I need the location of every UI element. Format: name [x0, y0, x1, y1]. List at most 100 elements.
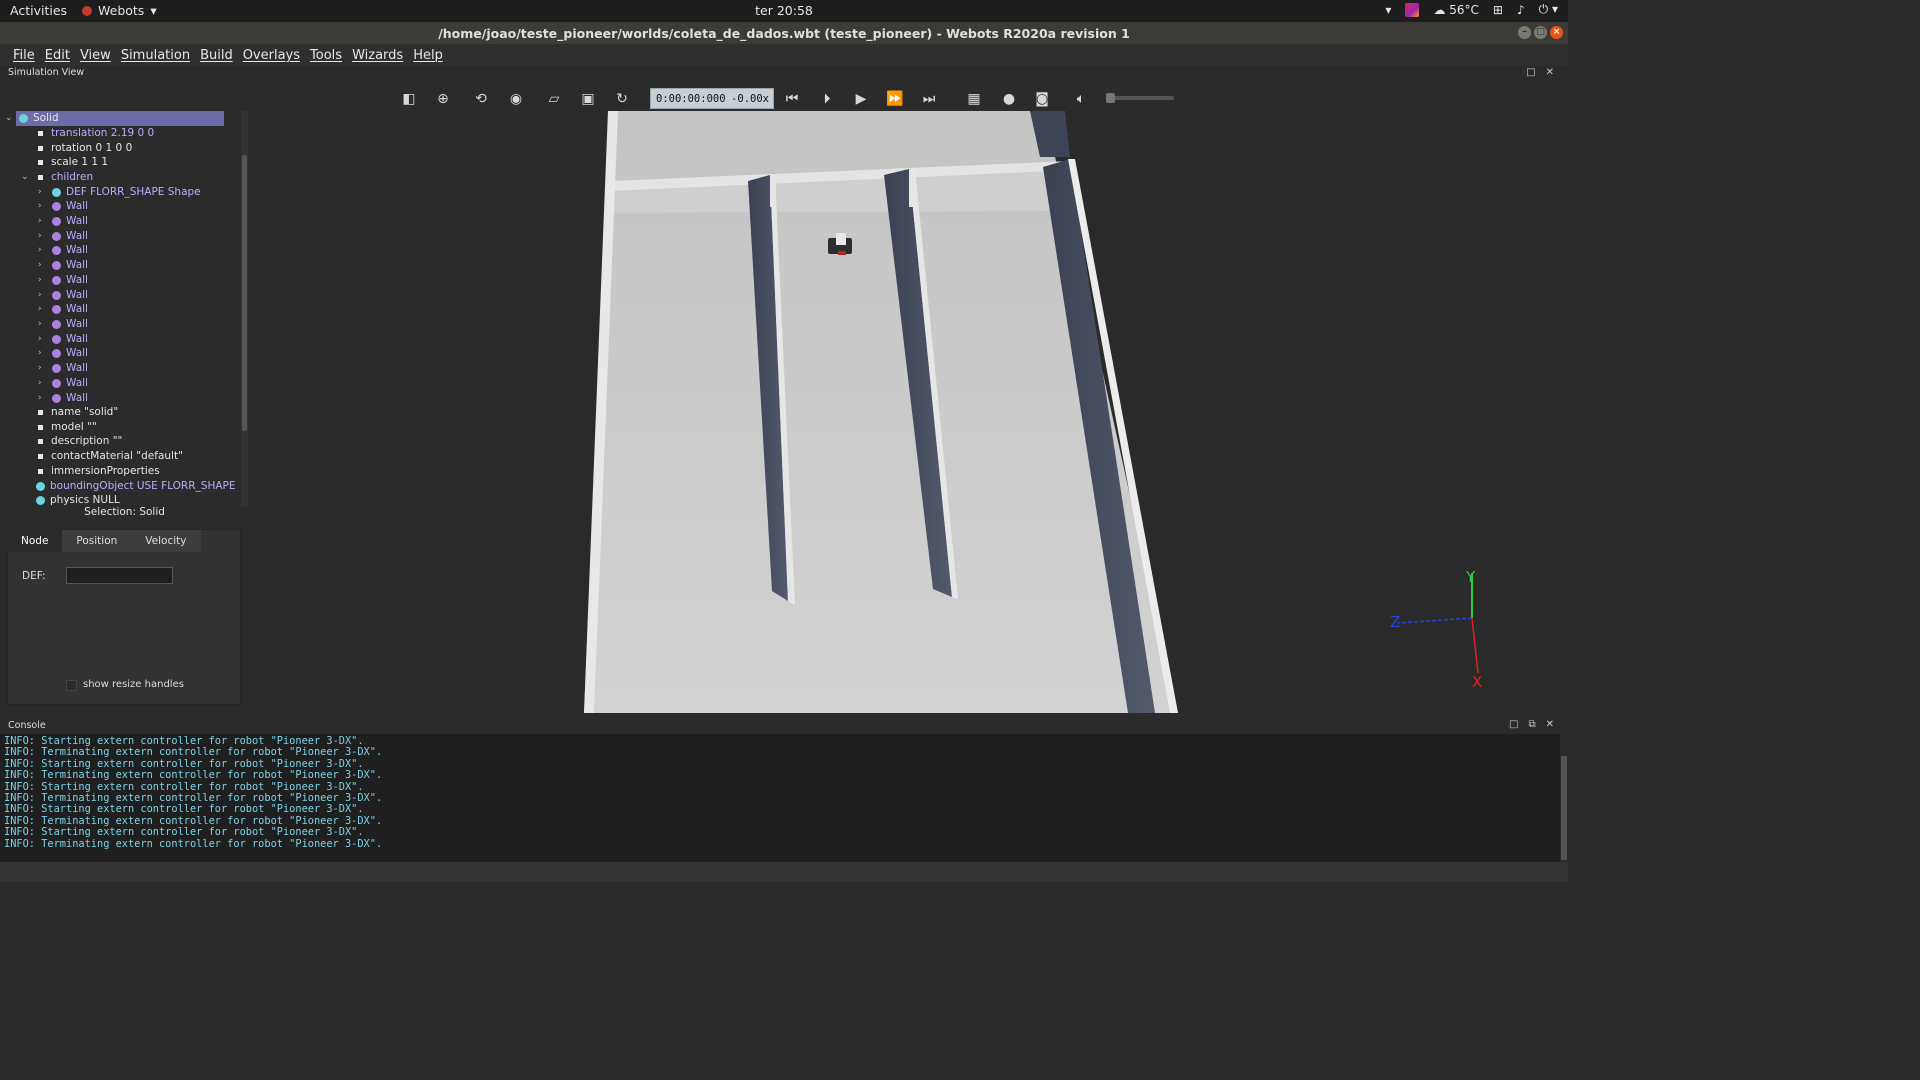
network-icon[interactable]: ⊞ [1493, 3, 1503, 17]
tree-field-physics[interactable]: physics NULL [0, 493, 224, 506]
tree-field-rotation[interactable]: rotation 0 1 0 0 [0, 141, 224, 155]
float-icon[interactable]: □ [1526, 67, 1535, 78]
toggle-scene-tree-icon[interactable]: ◧ [399, 89, 419, 109]
fastest-icon[interactable]: ⏭ [919, 89, 939, 109]
tree-field-contact-material[interactable]: contactMaterial "default" [0, 449, 224, 463]
tree-field-children[interactable]: ⌄ children [0, 170, 224, 184]
save-icon[interactable]: ▣ [578, 89, 598, 109]
tree-field-model[interactable]: model "" [0, 420, 224, 434]
tree-node-wall[interactable]: › Wall [0, 258, 224, 272]
collapse-arrow-icon[interactable]: › [38, 391, 48, 405]
scene-tree[interactable]: ⌄ Solid translation 2.19 0 0 rotation 0 … [0, 111, 249, 506]
reset-simulation-icon[interactable]: ⏮ [782, 89, 802, 109]
tree-node-wall[interactable]: › Wall [0, 243, 224, 257]
tab-node[interactable]: Node [7, 530, 63, 552]
close-icon[interactable]: ✕ [1546, 67, 1554, 78]
collapse-arrow-icon[interactable]: › [38, 258, 48, 272]
tree-node-wall[interactable]: › Wall [0, 376, 224, 390]
close-icon[interactable]: ✕ [1546, 719, 1554, 730]
float-icon[interactable]: ⧉ [1528, 719, 1535, 730]
close-icon[interactable]: × [1550, 26, 1563, 39]
volume-icon[interactable]: ♪ [1517, 3, 1525, 17]
tree-node-wall[interactable]: › Wall [0, 229, 224, 243]
collapse-arrow-icon[interactable]: › [38, 243, 48, 257]
console-output[interactable]: INFO: Starting extern controller for rob… [0, 734, 1560, 862]
tab-velocity[interactable]: Velocity [131, 530, 201, 552]
menu-file[interactable]: File [8, 48, 40, 63]
tab-position[interactable]: Position [62, 530, 132, 552]
tree-node-wall[interactable]: › Wall [0, 332, 224, 346]
menu-build[interactable]: Build [195, 48, 238, 63]
mute-icon[interactable]: 🔈︎ [1071, 89, 1091, 109]
record-video-icon[interactable]: ▦ [964, 89, 984, 109]
3d-simulation-view[interactable]: Y Z X [250, 111, 1568, 713]
tree-field-description[interactable]: description "" [0, 434, 224, 448]
expand-arrow-icon[interactable]: ⌄ [5, 111, 15, 125]
menu-edit[interactable]: Edit [40, 48, 75, 63]
collapse-arrow-icon[interactable]: › [38, 288, 48, 302]
tree-node-wall[interactable]: › Wall [0, 391, 224, 405]
def-input[interactable] [66, 567, 173, 584]
collapse-arrow-icon[interactable]: › [38, 229, 48, 243]
console-scrollbar[interactable] [1560, 734, 1568, 862]
temperature-icon[interactable]: ☁ 56°C [1433, 3, 1478, 17]
scrollbar-thumb[interactable] [242, 155, 247, 431]
chevron-down-icon[interactable]: ▾ [1385, 3, 1391, 17]
follow-object-icon[interactable]: ⟲ [471, 89, 491, 109]
tree-node-floor-shape[interactable]: › DEF FLORR_SHAPE Shape [0, 185, 224, 199]
collapse-arrow-icon[interactable]: › [38, 199, 48, 213]
scene-tree-scrollbar[interactable] [241, 111, 248, 506]
menu-wizards[interactable]: Wizards [347, 48, 408, 63]
window-title-bar[interactable]: /home/joao/teste_pioneer/worlds/coleta_d… [0, 22, 1568, 44]
collapse-arrow-icon[interactable]: › [38, 332, 48, 346]
menu-tools[interactable]: Tools [305, 48, 347, 63]
maximize-icon[interactable]: □ [1534, 26, 1547, 39]
tree-field-bounding-object[interactable]: boundingObject USE FLORR_SHAPE [0, 479, 236, 493]
volume-slider[interactable] [1108, 96, 1174, 100]
app-indicator-icon[interactable] [1405, 2, 1420, 17]
tree-node-wall[interactable]: › Wall [0, 288, 224, 302]
tree-field-translation[interactable]: translation 2.19 0 0 [0, 126, 224, 140]
tree-node-wall[interactable]: › Wall [0, 214, 224, 228]
step-icon[interactable]: ⏵ [817, 89, 837, 109]
tree-node-wall[interactable]: › Wall [0, 361, 224, 375]
collapse-arrow-icon[interactable]: › [38, 376, 48, 390]
camera-icon[interactable]: ◙ [1032, 89, 1052, 109]
tree-field-name[interactable]: name "solid" [0, 405, 224, 419]
scrollbar-thumb[interactable] [1561, 756, 1567, 860]
collapse-arrow-icon[interactable]: › [38, 214, 48, 228]
menu-overlays[interactable]: Overlays [238, 48, 305, 63]
tree-field-scale[interactable]: scale 1 1 1 [0, 155, 224, 169]
tree-node-wall[interactable]: › Wall [0, 199, 224, 213]
minimize-icon[interactable]: – [1518, 26, 1531, 39]
collapse-arrow-icon[interactable]: › [38, 346, 48, 360]
tree-node-wall[interactable]: › Wall [0, 346, 224, 360]
show-resize-handles-checkbox[interactable] [66, 680, 77, 691]
collapse-arrow-icon[interactable]: › [38, 185, 48, 199]
menu-simulation[interactable]: Simulation [116, 48, 195, 63]
tree-node-wall[interactable]: › Wall [0, 317, 224, 331]
collapse-arrow-icon[interactable]: › [38, 302, 48, 316]
fast-forward-icon[interactable]: ⏩ [885, 89, 905, 109]
power-icon[interactable]: ⏻ ▾ [1539, 2, 1558, 17]
collapse-arrow-icon[interactable]: › [38, 273, 48, 287]
add-node-icon[interactable]: ⊕ [433, 89, 453, 109]
tree-node-wall[interactable]: › Wall [0, 302, 224, 316]
3d-scene[interactable]: Y Z X [250, 111, 1568, 713]
tree-node-wall[interactable]: › Wall [0, 273, 224, 287]
play-icon[interactable]: ▶ [851, 89, 871, 109]
open-folder-icon[interactable]: ▱ [544, 89, 564, 109]
record-animation-icon[interactable]: ● [999, 89, 1019, 109]
expand-arrow-icon[interactable]: ⌄ [21, 170, 31, 184]
clock[interactable]: ter 20:58 [0, 3, 1568, 18]
reload-icon[interactable]: ↻ [612, 89, 632, 109]
volume-slider-handle[interactable] [1106, 93, 1115, 103]
maximize-icon[interactable]: □ [1509, 719, 1518, 730]
tree-field-immersion-properties[interactable]: immersionProperties [0, 464, 224, 478]
menu-help[interactable]: Help [408, 48, 448, 63]
collapse-arrow-icon[interactable]: › [38, 317, 48, 331]
tree-node-solid[interactable]: ⌄ Solid [0, 111, 224, 125]
eye-icon[interactable]: ◉ [506, 89, 526, 109]
menu-view[interactable]: View [75, 48, 116, 63]
collapse-arrow-icon[interactable]: › [38, 361, 48, 375]
